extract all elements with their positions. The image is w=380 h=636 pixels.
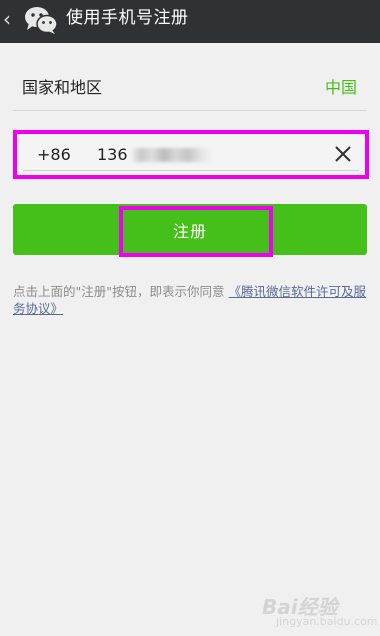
register-screen: ‹ 使用手机号注册 国家和地区 中国 +86 136 注册 点击上面的"注册"按… (0, 0, 380, 636)
chevron-left-icon: ‹ (3, 7, 11, 31)
country-code: +86 (37, 145, 71, 164)
watermark-site: jingyan.baidu.com (276, 615, 378, 628)
country-region-label: 国家和地区 (22, 78, 103, 97)
phone-input-row: +86 136 (13, 130, 369, 179)
country-region-row[interactable]: 国家和地区 中国 (13, 62, 367, 111)
phone-number-field[interactable]: 136 (97, 145, 212, 164)
register-button[interactable]: 注册 (13, 204, 367, 255)
close-icon[interactable] (333, 144, 353, 164)
country-region-value: 中国 (324, 78, 357, 97)
phone-number-value: 136 (97, 145, 128, 164)
phone-number-redacted (131, 147, 212, 162)
agreement-text: 点击上面的"注册"按钮，即表示你同意 《腾讯微信软件许可及服务协议》 (13, 283, 371, 317)
input-underline (23, 170, 359, 171)
page-title: 使用手机号注册 (66, 8, 189, 28)
agreement-prefix: 点击上面的"注册"按钮，即表示你同意 (13, 284, 225, 299)
wechat-logo-icon (25, 7, 58, 34)
top-bar: ‹ 使用手机号注册 (0, 0, 380, 43)
register-button-label: 注册 (172, 223, 207, 241)
baidu-jingyan-watermark: Bai经验 jingyan.baidu.com (262, 585, 378, 629)
